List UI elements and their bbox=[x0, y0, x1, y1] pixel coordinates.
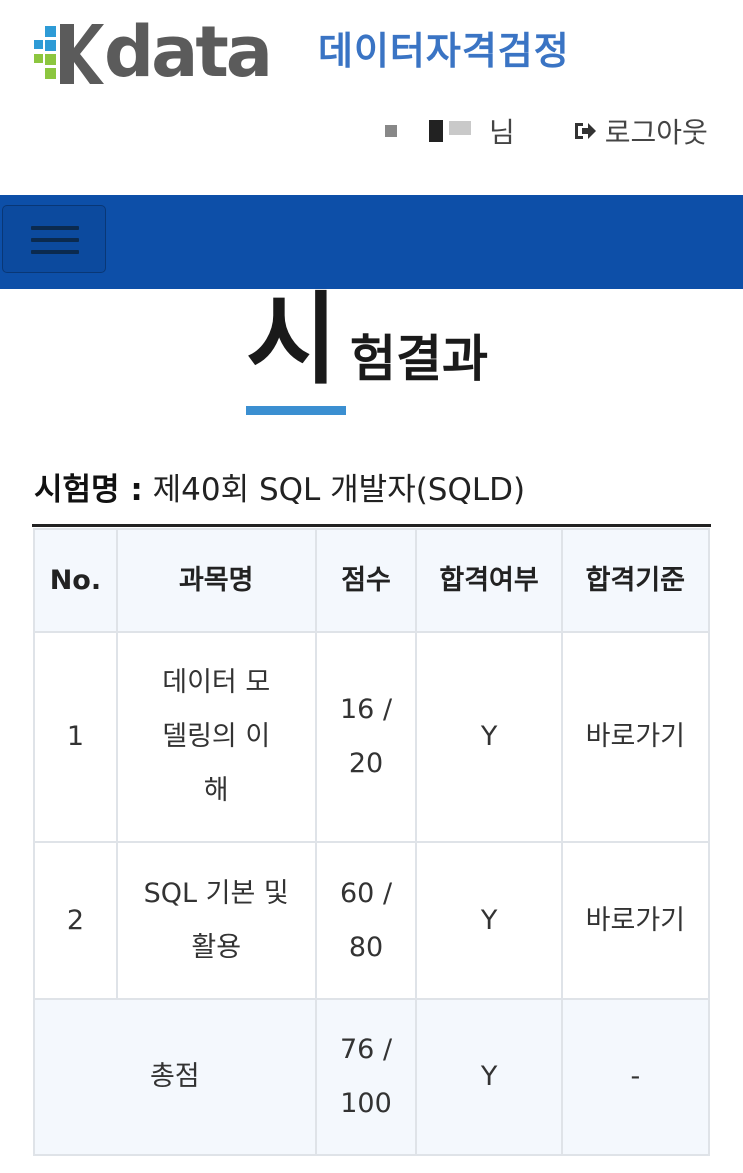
logout-label: 로그아웃 bbox=[604, 116, 708, 149]
total-pass: Y bbox=[415, 998, 563, 1156]
logout-button[interactable]: 로그아웃 bbox=[569, 111, 708, 151]
main-navbar bbox=[0, 195, 743, 289]
header-subject: 과목명 bbox=[115, 528, 317, 633]
kdata-logo[interactable]: data bbox=[34, 11, 273, 93]
row-subject: 데이터 모델링의 이해 bbox=[115, 631, 317, 843]
criteria-link[interactable]: 바로가기 bbox=[560, 841, 711, 1000]
row-subject: SQL 기본 및 활용 bbox=[115, 841, 317, 1000]
header-score: 점수 bbox=[314, 528, 418, 633]
score-value: 16 / 20 bbox=[340, 694, 393, 779]
logo-word: data bbox=[104, 11, 273, 93]
sign-out-icon bbox=[574, 123, 596, 139]
section-divider bbox=[32, 524, 711, 527]
row-score: 16 / 20 bbox=[314, 631, 418, 843]
table-header-row: No. 과목명 점수 합격여부 합격기준 bbox=[33, 528, 711, 633]
total-label: 총점 bbox=[33, 998, 317, 1156]
user-name-redacted bbox=[385, 120, 471, 142]
user-info: 님 로그아웃 bbox=[385, 113, 708, 149]
subject-name: 데이터 모델링의 이해 bbox=[162, 667, 271, 806]
exam-name-label: 시험명 : bbox=[34, 472, 143, 508]
total-score-value: 76 / 100 bbox=[340, 1034, 393, 1119]
total-row: 총점 76 / 100 Y - bbox=[33, 998, 711, 1156]
row-no: 2 bbox=[33, 841, 118, 1000]
row-pass: Y bbox=[415, 841, 563, 1000]
k-logo-mark-icon bbox=[34, 24, 104, 86]
table-row: 1 데이터 모델링의 이해 16 / 20 Y 바로가기 bbox=[33, 631, 711, 843]
score-value: 60 / 80 bbox=[340, 877, 393, 963]
results-table: No. 과목명 점수 합격여부 합격기준 1 데이터 모델링의 이해 16 / … bbox=[33, 528, 711, 1156]
row-no: 1 bbox=[33, 631, 118, 843]
title-underline bbox=[246, 406, 346, 415]
menu-toggle-button[interactable] bbox=[2, 205, 106, 273]
exam-name-row: 시험명 : 제40회 SQL 개발자(SQLD) bbox=[34, 470, 525, 510]
total-criteria: - bbox=[560, 998, 711, 1156]
hamburger-menu-icon bbox=[31, 226, 79, 230]
header-no: No. bbox=[33, 528, 118, 633]
user-suffix: 님 bbox=[489, 116, 515, 149]
header-criteria: 합격기준 bbox=[560, 528, 711, 633]
header-pass: 합격여부 bbox=[415, 528, 563, 633]
criteria-link[interactable]: 바로가기 bbox=[560, 631, 711, 843]
hamburger-bar bbox=[31, 250, 79, 254]
total-score: 76 / 100 bbox=[314, 998, 418, 1156]
row-pass: Y bbox=[415, 631, 563, 843]
subject-name: SQL 기본 및 활용 bbox=[143, 877, 289, 963]
logo-subtitle: 데이터자격검정 bbox=[318, 29, 570, 73]
page-title-rest: 험결과 bbox=[350, 330, 488, 388]
exam-name-value: 제40회 SQL 개발자(SQLD) bbox=[152, 472, 526, 508]
table-row: 2 SQL 기본 및 활용 60 / 80 Y 바로가기 bbox=[33, 841, 711, 1000]
row-score: 60 / 80 bbox=[314, 841, 418, 1000]
page-title-first-char: 시 bbox=[246, 281, 338, 398]
hamburger-bar bbox=[31, 238, 79, 242]
site-header: data 데이터자격검정 님 로그아웃 bbox=[0, 0, 743, 195]
